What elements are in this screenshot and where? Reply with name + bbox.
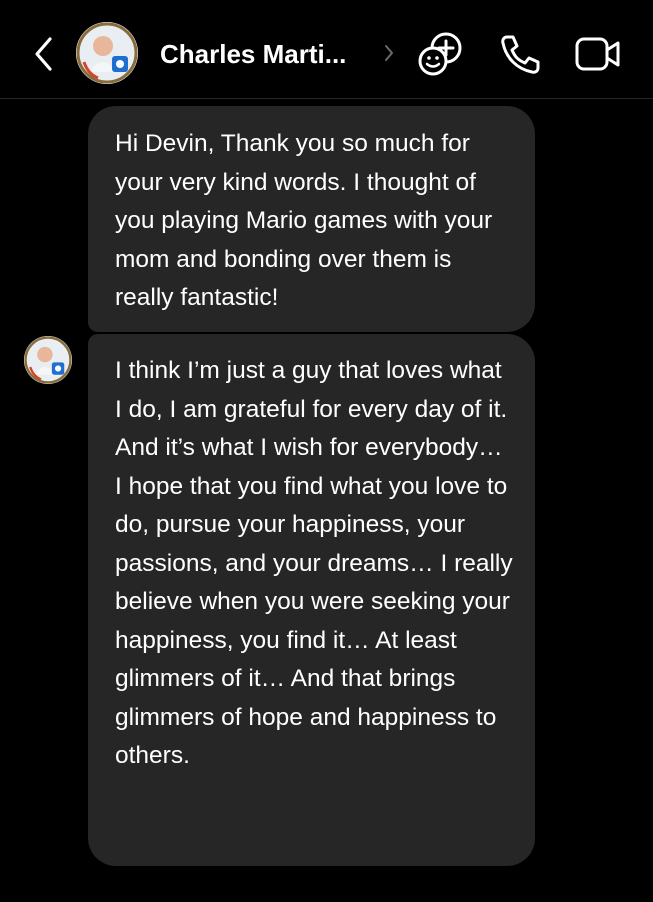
contact-avatar[interactable] — [76, 22, 138, 84]
phone-icon[interactable] — [498, 32, 542, 76]
message-bubble[interactable]: Hi Devin, Thank you so much for your ver… — [88, 106, 535, 332]
back-button[interactable] — [30, 34, 60, 74]
chat-header: Charles Marti... — [0, 0, 653, 99]
contact-name[interactable]: Charles Marti... — [160, 36, 370, 72]
avatar-image — [24, 336, 72, 384]
message-bubble[interactable]: I think I’m just a guy that loves what I… — [88, 334, 535, 866]
chevron-left-icon — [35, 37, 52, 71]
avatar-image — [76, 22, 138, 84]
add-reaction-icon[interactable] — [416, 30, 466, 78]
sender-avatar[interactable] — [24, 336, 72, 384]
video-camera-icon[interactable] — [574, 34, 622, 74]
chevron-right-icon[interactable] — [382, 42, 396, 64]
